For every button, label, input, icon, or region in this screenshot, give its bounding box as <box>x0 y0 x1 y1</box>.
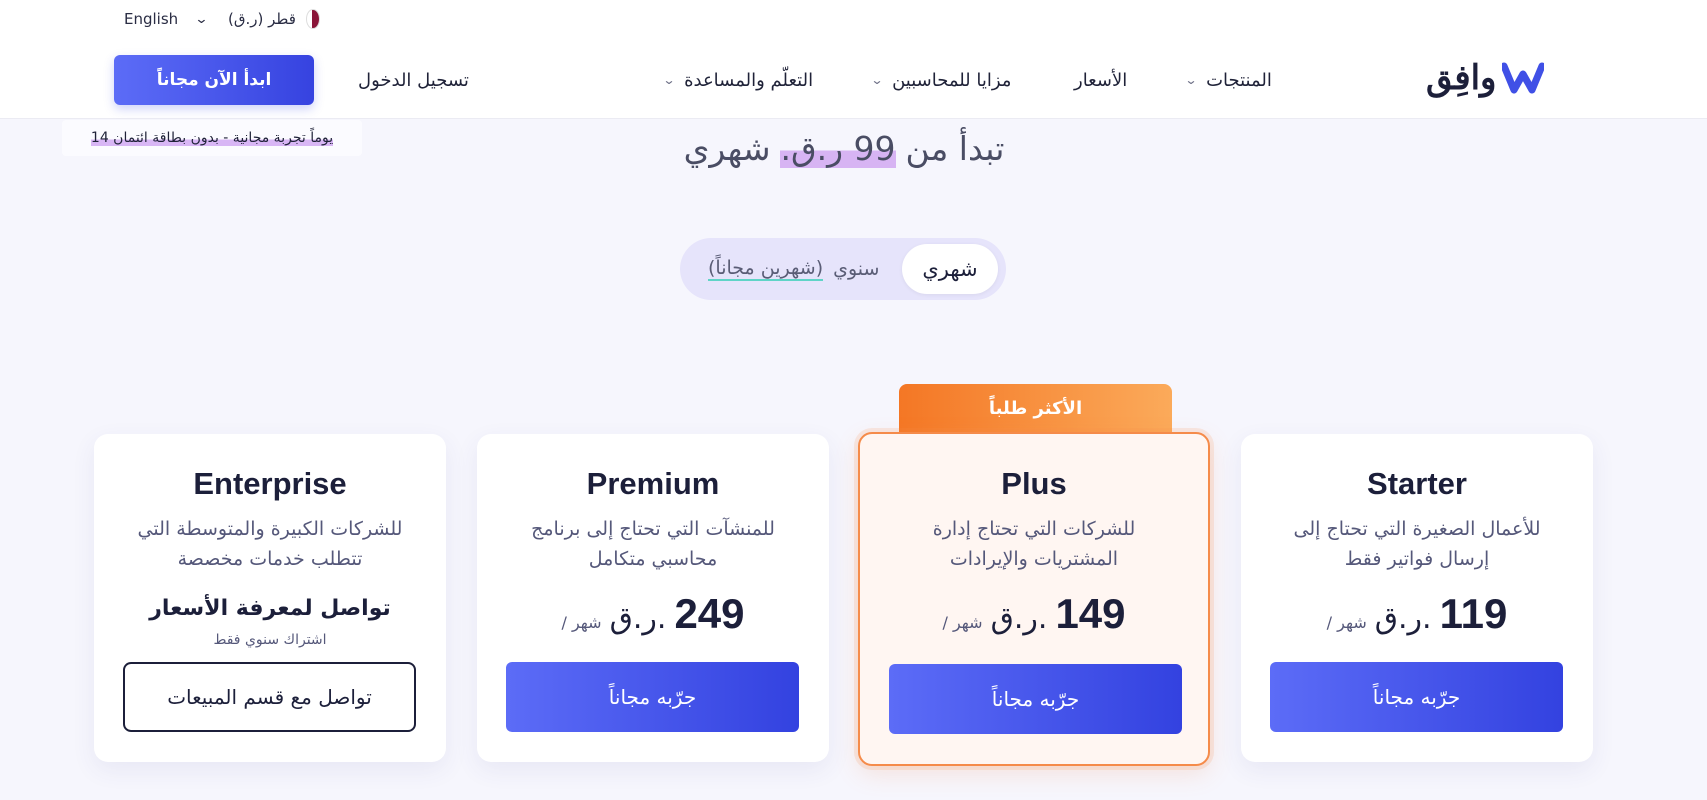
chevron-down-icon: ⌄ <box>1184 73 1198 87</box>
most-popular-badge: الأكثر طلباً <box>899 384 1172 432</box>
try-free-button[interactable]: جرّبه مجاناً <box>889 664 1182 734</box>
nav-item-learning[interactable]: ⌄ التعلّم والمساعدة <box>662 66 814 94</box>
price-amount: 149 <box>1055 590 1126 637</box>
plan-price: / شهر ر.ق. 119 <box>1327 590 1508 642</box>
logo-wordmark: وافِق <box>1426 58 1497 98</box>
language-label: English <box>124 10 179 28</box>
nav-item-label: الأسعار <box>1074 69 1128 91</box>
plan-card-enterprise: Enterprise للشركات الكبيرة والمتوسطة الت… <box>94 434 446 762</box>
plan-card-plus: Plus للشركات التي تحتاج إدارة المشتريات … <box>858 432 1210 766</box>
trial-note: 14 يوماً تجربة مجانية - بدون بطاقة ائتما… <box>62 120 362 156</box>
price-period: / شهر <box>561 613 602 632</box>
country-selector[interactable]: قطر (ر.ق) <box>228 8 320 30</box>
trial-note-text: 14 يوماً تجربة مجانية - بدون بطاقة ائتما… <box>90 130 334 146</box>
annual-note: (شهرين مجاناً) <box>708 257 824 281</box>
toggle-option-annual[interactable]: (شهرين مجاناً) سنوي <box>708 238 879 300</box>
nav-item-label: التعلّم والمساعدة <box>684 69 814 91</box>
nav-item-pricing[interactable]: الأسعار <box>1074 66 1127 94</box>
plan-price: / شهر ر.ق. 149 <box>942 590 1125 642</box>
plan-price: / شهر ر.ق. 249 <box>561 590 744 642</box>
nav-item-accountants[interactable]: ⌄ مزايا للمحاسبين <box>870 66 1012 94</box>
try-free-button[interactable]: جرّبه مجاناً <box>1270 662 1563 732</box>
toggle-option-monthly[interactable]: شهري <box>902 244 998 294</box>
qatar-flag-icon <box>305 9 320 29</box>
chevron-down-icon: ⌄ <box>662 73 676 87</box>
login-link[interactable]: تسجيل الدخول <box>358 66 469 94</box>
plan-name: Starter <box>1367 466 1467 501</box>
plan-description: للمنشآت التي تحتاج إلى برنامج محاسبي متك… <box>531 518 775 570</box>
price-amount: 119 <box>1439 590 1508 637</box>
plan-name: Plus <box>1001 466 1067 501</box>
price-period: / شهر <box>1326 613 1367 632</box>
starts-price: 99 ر.ق. <box>780 128 896 168</box>
starts-suffix: شهري <box>683 128 771 168</box>
plan-description: للأعمال الصغيرة التي تحتاج إلى إرسال فوا… <box>1293 518 1541 570</box>
billing-period-toggle[interactable]: (شهرين مجاناً) سنوي شهري <box>680 238 1006 300</box>
starts-prefix: تبدأ من <box>905 128 1005 168</box>
price-period: / شهر <box>942 613 983 632</box>
starting-price-line: تبدأ من 99 ر.ق. شهري <box>644 126 1044 170</box>
top-utility-bar: English ⌄ قطر (ر.ق) <box>0 0 1707 38</box>
main-navbar: ابدأ الآن مجاناً تسجيل الدخول ⌄ التعلّم … <box>0 38 1707 118</box>
annual-label: سنوي <box>833 258 880 280</box>
annual-only-note: اشتراك سنوي فقط <box>213 632 327 648</box>
price-currency: ر.ق. <box>1374 601 1432 636</box>
price-currency: ر.ق. <box>990 601 1048 636</box>
plan-description: للشركات الكبيرة والمتوسطة التي تتطلب خدم… <box>137 518 403 570</box>
nav-item-products[interactable]: ⌄ المنتجات <box>1184 66 1272 94</box>
contact-for-pricing: تواصل لمعرفة الأسعار <box>149 596 391 621</box>
price-amount: 249 <box>674 590 745 637</box>
nav-item-label: المنتجات <box>1206 69 1272 91</box>
plan-card-premium: Premium للمنشآت التي تحتاج إلى برنامج مح… <box>477 434 829 762</box>
try-free-button[interactable]: جرّبه مجاناً <box>506 662 799 732</box>
plan-card-starter: Starter للأعمال الصغيرة التي تحتاج إلى إ… <box>1241 434 1593 762</box>
plan-name: Enterprise <box>193 466 347 501</box>
logo-w-icon <box>1500 60 1546 96</box>
chevron-down-icon: ⌄ <box>870 73 884 87</box>
country-label: قطر (ر.ق) <box>228 10 296 28</box>
wafeq-logo[interactable]: وافِق <box>1426 52 1576 104</box>
language-selector[interactable]: English ⌄ <box>124 8 209 30</box>
start-free-button[interactable]: ابدأ الآن مجاناً <box>114 55 314 105</box>
chevron-down-icon: ⌄ <box>194 11 209 27</box>
nav-item-label: مزايا للمحاسبين <box>892 69 1012 91</box>
contact-sales-button[interactable]: تواصل مع قسم المبيعات <box>123 662 416 732</box>
plan-description: للشركات التي تحتاج إدارة المشتريات والإي… <box>932 518 1136 570</box>
price-currency: ر.ق. <box>609 601 667 636</box>
plan-name: Premium <box>586 466 720 501</box>
